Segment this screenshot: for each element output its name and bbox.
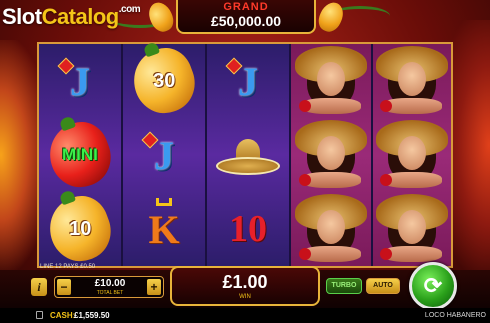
reel-cell: J: [207, 44, 289, 118]
reel-1: J MINI 10: [39, 44, 121, 270]
reel-grid: J MINI 10 30 J K J 10: [37, 40, 453, 270]
crown-icon: [156, 197, 172, 206]
info-button[interactable]: i: [31, 278, 47, 296]
red-pepper-mini-icon: MINI: [40, 114, 120, 196]
reel-cell: 10: [39, 188, 121, 270]
symbol-k: K: [148, 197, 180, 253]
reel-4: [291, 44, 371, 266]
reel-2: 30 J K: [123, 40, 205, 266]
bet-decrease-button[interactable]: −: [57, 279, 71, 295]
symbol-j: J: [141, 131, 174, 179]
line-win-info: LINE 12 PAYS £0.50: [40, 264, 96, 270]
reel-cell: 10: [207, 192, 289, 266]
win-value: £1.00: [222, 272, 268, 292]
grand-jackpot-banner: GRAND £50,000.00: [176, 0, 316, 34]
lady-icon: [374, 46, 450, 116]
reel-cell: J: [39, 44, 121, 118]
reel-cell: K: [123, 192, 205, 266]
lady-icon: [374, 120, 450, 190]
watermark-logo: SlotCatalog.com: [2, 4, 141, 29]
autoplay-button[interactable]: AUTO: [366, 278, 400, 294]
game-name: LOCO HABANERO: [424, 312, 486, 319]
jackpot-value: £50,000.00: [210, 13, 282, 29]
reel-cell: [373, 192, 451, 266]
lady-icon: [374, 194, 450, 264]
reel-cell: J: [123, 118, 205, 192]
reel-cell: [373, 118, 451, 192]
reel-3: J 10: [207, 44, 289, 266]
cash-value: £1,559.50: [74, 311, 110, 320]
pepper-decoration-icon: [314, 0, 348, 36]
spin-arrows-icon: ⟳: [423, 273, 443, 298]
turbo-button[interactable]: TURBO: [326, 278, 362, 294]
reel-5: [373, 44, 451, 266]
total-bet-label: TOTAL BET: [96, 290, 124, 296]
symbol-10: 10: [229, 208, 267, 250]
sombrero-icon: [216, 135, 280, 175]
gold-pepper-icon: 10: [40, 188, 120, 270]
bet-increase-button[interactable]: +: [147, 279, 161, 295]
reel-cell: [291, 44, 371, 118]
lady-icon: [293, 46, 369, 116]
gold-pepper-icon: 30: [124, 40, 204, 122]
reel-cell: MINI: [39, 114, 121, 196]
win-display: £1.00 WIN: [170, 266, 320, 306]
pepper-decoration-icon: [144, 0, 178, 36]
reel-cell: [291, 118, 371, 192]
reel-cell: 30: [123, 40, 205, 122]
symbol-j: J: [225, 57, 258, 105]
symbol-j: J: [57, 57, 90, 105]
reel-cell: [373, 44, 451, 118]
jackpot-title: GRAND: [223, 1, 269, 13]
total-bet-value: £10.00: [94, 278, 126, 289]
lady-icon: [293, 194, 369, 264]
lock-icon: [36, 311, 43, 319]
lady-icon: [293, 120, 369, 190]
win-label: WIN: [239, 294, 251, 300]
reel-cell: [291, 192, 371, 266]
bet-selector: − £10.00 TOTAL BET +: [54, 276, 164, 298]
spin-button[interactable]: ⟳: [409, 262, 457, 310]
reel-cell: [207, 118, 289, 192]
cash-label: CASH:: [50, 311, 76, 320]
